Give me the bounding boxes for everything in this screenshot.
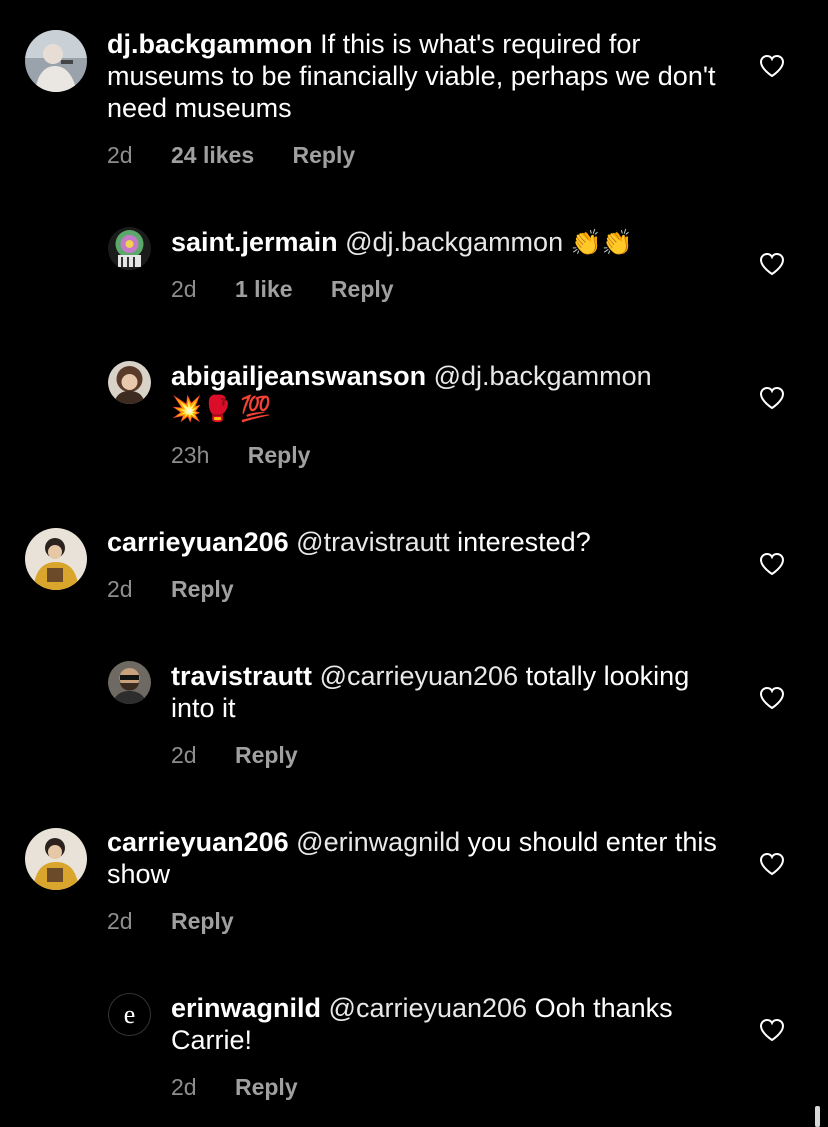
comment-meta: 2d Reply bbox=[107, 576, 234, 603]
comment-time: 23h bbox=[171, 442, 210, 468]
scrollbar[interactable] bbox=[815, 1106, 820, 1127]
comment-mention[interactable]: @carrieyuan206 bbox=[329, 993, 528, 1023]
comment-emoji: 💥🥊 💯 bbox=[171, 395, 272, 423]
comment-username[interactable]: erinwagnild bbox=[171, 993, 321, 1023]
comment-text: saint.jermain @dj.backgammon 👏👏 bbox=[171, 226, 731, 259]
comment-mention[interactable]: @erinwagnild bbox=[296, 827, 460, 857]
avatar[interactable] bbox=[25, 528, 87, 590]
comment-text: travistrautt @carrieyuan206 totally look… bbox=[171, 660, 731, 724]
comment-time: 2d bbox=[107, 908, 133, 934]
reply-button[interactable]: Reply bbox=[235, 1074, 298, 1101]
avatar[interactable] bbox=[108, 227, 151, 270]
comment-meta: 2d Reply bbox=[171, 742, 298, 769]
comment-time: 2d bbox=[171, 276, 197, 302]
comment-likes[interactable]: 24 likes bbox=[171, 142, 254, 169]
comment-text: carrieyuan206 @erinwagnild you should en… bbox=[107, 826, 727, 890]
comment-username[interactable]: carrieyuan206 bbox=[107, 527, 289, 557]
comment-meta: 2d 24 likes Reply bbox=[107, 142, 355, 169]
comment-text: carrieyuan206 @travistrautt interested? bbox=[107, 526, 727, 558]
comment-text: erinwagnild @carrieyuan206 Ooh thanks Ca… bbox=[171, 992, 731, 1056]
comment-mention[interactable]: @travistrautt bbox=[296, 527, 449, 557]
heart-icon[interactable] bbox=[759, 386, 785, 410]
comment-text: dj.backgammon If this is what's required… bbox=[107, 28, 727, 124]
comment-mention[interactable]: @dj.backgammon bbox=[434, 361, 652, 391]
avatar-letter: e bbox=[123, 999, 136, 1029]
heart-icon[interactable] bbox=[759, 852, 785, 876]
comment-meta: 2d Reply bbox=[107, 908, 234, 935]
reply-button[interactable]: Reply bbox=[171, 908, 234, 935]
comment-text: abigailjeanswanson @dj.backgammon 💥🥊 💯 bbox=[171, 360, 731, 425]
comment-username[interactable]: travistrautt bbox=[171, 661, 312, 691]
reply-button[interactable]: Reply bbox=[293, 142, 356, 169]
comment-body: interested? bbox=[457, 527, 591, 557]
comment-likes[interactable]: 1 like bbox=[235, 276, 293, 303]
heart-icon[interactable] bbox=[759, 552, 785, 576]
heart-icon[interactable] bbox=[759, 54, 785, 78]
comment-mention[interactable]: @carrieyuan206 bbox=[320, 661, 519, 691]
comment-emoji: 👏👏 bbox=[570, 229, 633, 257]
avatar[interactable] bbox=[25, 828, 87, 890]
heart-icon[interactable] bbox=[759, 1018, 785, 1042]
comment-meta: 23h Reply bbox=[171, 442, 310, 469]
comment-time: 2d bbox=[107, 576, 133, 602]
heart-icon[interactable] bbox=[759, 252, 785, 276]
comment-username[interactable]: dj.backgammon bbox=[107, 29, 313, 59]
reply-button[interactable]: Reply bbox=[248, 442, 311, 469]
comment-username[interactable]: abigailjeanswanson bbox=[171, 361, 426, 391]
comment-time: 2d bbox=[107, 142, 133, 168]
avatar[interactable]: e bbox=[108, 993, 151, 1036]
reply-button[interactable]: Reply bbox=[171, 576, 234, 603]
comment-meta: 2d Reply bbox=[171, 1074, 298, 1101]
comment-mention[interactable]: @dj.backgammon bbox=[345, 227, 563, 257]
comment-time: 2d bbox=[171, 742, 197, 768]
reply-button[interactable]: Reply bbox=[235, 742, 298, 769]
comment-username[interactable]: carrieyuan206 bbox=[107, 827, 289, 857]
comment-time: 2d bbox=[171, 1074, 197, 1100]
reply-button[interactable]: Reply bbox=[331, 276, 394, 303]
comment-username[interactable]: saint.jermain bbox=[171, 227, 338, 257]
avatar[interactable] bbox=[108, 661, 151, 704]
avatar[interactable] bbox=[25, 30, 87, 92]
heart-icon[interactable] bbox=[759, 686, 785, 710]
comment-meta: 2d 1 like Reply bbox=[171, 276, 394, 303]
avatar[interactable] bbox=[108, 361, 151, 404]
